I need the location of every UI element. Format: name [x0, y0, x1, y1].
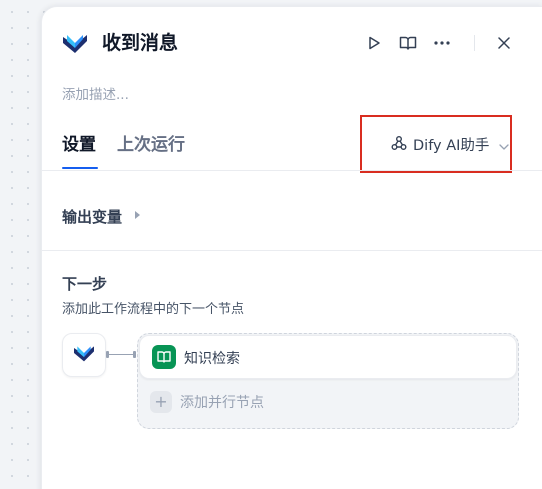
more-horizontal-icon[interactable]: [430, 31, 454, 55]
node-title[interactable]: 收到消息: [102, 30, 178, 56]
next-node-label: 知识检索: [184, 351, 240, 367]
current-node-icon: [62, 333, 106, 377]
add-parallel-node-button[interactable]: + 添加并行节点: [150, 391, 264, 413]
model-label: Dify AI助手: [413, 138, 490, 154]
connector-start: [106, 351, 109, 358]
webhook-icon: [391, 135, 407, 155]
play-icon[interactable]: [362, 31, 386, 55]
chevron-down-icon: [499, 135, 510, 154]
output-vars-title[interactable]: 输出变量: [62, 206, 122, 227]
book-open-icon[interactable]: [396, 31, 420, 55]
node-settings-panel: 收到消息 添加描述... 设置 上次运行 Dify AI助手 输出变量 下一步 …: [41, 6, 542, 489]
connector-line: [106, 354, 135, 355]
header-divider: [474, 35, 475, 51]
tab-last-run[interactable]: 上次运行: [117, 134, 185, 156]
close-icon[interactable]: [492, 31, 516, 55]
description-input[interactable]: 添加描述...: [62, 83, 129, 103]
panel-header: 收到消息: [42, 7, 542, 79]
next-step-subtitle: 添加此工作流程中的下一个节点: [62, 302, 245, 317]
section-divider: [42, 250, 542, 251]
dify-logo-icon: [73, 343, 95, 367]
next-step-title: 下一步: [62, 275, 108, 293]
plus-icon: +: [150, 391, 172, 413]
connector-end: [133, 351, 136, 358]
active-tab-indicator: [62, 167, 98, 169]
dify-logo-icon: [62, 31, 88, 55]
next-nodes-container: 知识检索 + 添加并行节点: [137, 333, 519, 429]
tabs-divider: [42, 170, 542, 171]
book-icon: [152, 345, 176, 369]
model-selector[interactable]: Dify AI助手: [360, 115, 512, 173]
tab-settings[interactable]: 设置: [62, 134, 96, 156]
next-node-knowledge-retrieval[interactable]: 知识检索: [139, 335, 517, 379]
caret-right-icon[interactable]: [135, 211, 140, 219]
add-parallel-label: 添加并行节点: [180, 395, 264, 411]
